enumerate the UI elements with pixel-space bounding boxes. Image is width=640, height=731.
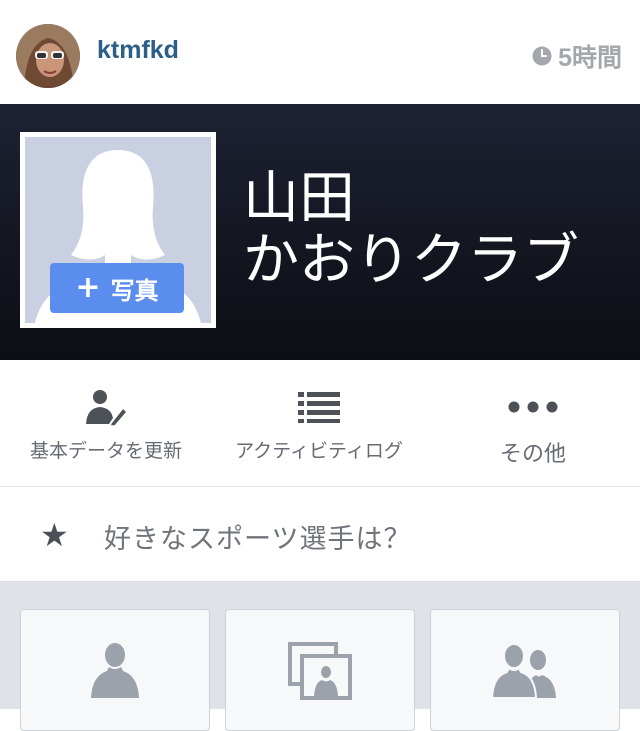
add-photo-label: 写真 [110, 276, 159, 305]
friends-card[interactable] [430, 609, 620, 731]
cover-section: + 写真 山田 かおりクラブ [0, 104, 640, 360]
question-prompt[interactable]: ★ 好きなスポーツ選手は？ [0, 487, 640, 582]
profile-picture-frame[interactable]: + 写真 [20, 132, 216, 328]
friends-icon [492, 643, 556, 698]
group-title: 山田 かおりクラブ [243, 168, 579, 292]
person-icon [91, 643, 139, 698]
star-icon: ★ [40, 516, 69, 554]
update-info-label: 基本データを更新 [29, 440, 182, 462]
cards-section [0, 582, 640, 731]
plus-icon: + [75, 270, 101, 305]
more-icon [508, 401, 558, 413]
photos-icon [288, 642, 352, 700]
add-photo-button[interactable]: + 写真 [50, 263, 184, 313]
more-button[interactable]: その他 [426, 360, 640, 486]
more-label: その他 [499, 442, 566, 467]
user-avatar[interactable] [16, 24, 80, 88]
profile-actions: 基本データを更新 アクティビティログ その他 [0, 360, 640, 487]
profile-card[interactable] [20, 609, 210, 731]
update-info-button[interactable]: 基本データを更新 [0, 360, 212, 486]
clock-icon [532, 46, 552, 66]
post-timestamp: 5時間 [532, 38, 622, 74]
activity-log-label: アクティビティログ [235, 440, 403, 462]
group-title-line1: 山田 [243, 166, 355, 231]
group-title-line2: かおりクラブ [243, 228, 579, 293]
edit-person-icon [86, 390, 128, 426]
username[interactable]: ktmfkd [97, 36, 179, 65]
timestamp-text: 5時間 [558, 44, 622, 72]
post-header: ktmfkd 5時間 [0, 0, 640, 104]
list-icon [298, 392, 340, 423]
photos-card[interactable] [225, 609, 415, 731]
activity-log-button[interactable]: アクティビティログ [212, 360, 426, 486]
question-text: 好きなスポーツ選手は？ [104, 524, 412, 555]
